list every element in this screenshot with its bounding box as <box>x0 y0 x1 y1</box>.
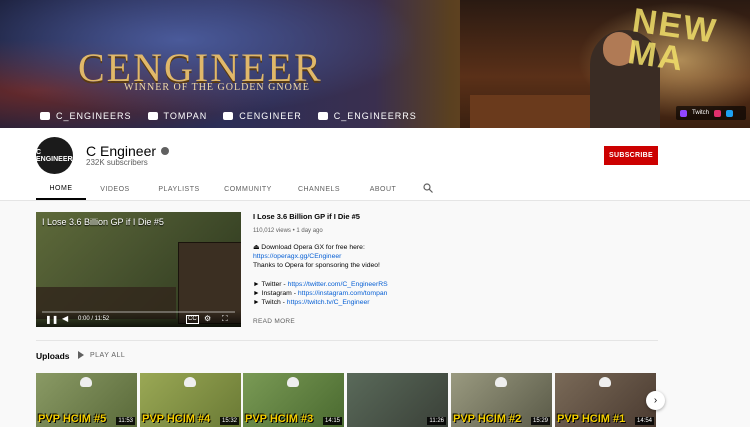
skull-icon <box>80 377 92 387</box>
tab-videos[interactable]: VIDEOS <box>86 178 144 200</box>
video-duration: 14:54 <box>634 417 654 425</box>
skull-icon <box>599 377 611 387</box>
player-title[interactable]: I Lose 3.6 Billion GP if I Die #5 <box>42 217 164 227</box>
subscriber-count: 232K subscribers <box>86 158 148 167</box>
twitter-link[interactable]: https://twitter.com/C_EngineerRS <box>288 281 388 288</box>
settings-icon[interactable]: ⚙ <box>204 314 211 323</box>
twitch-icon[interactable] <box>680 109 687 117</box>
player-progress-bar[interactable] <box>42 311 235 313</box>
skull-icon <box>184 377 196 387</box>
banner-social-label: CENGINEER <box>239 111 302 121</box>
instagram-link[interactable]: https://instagram.com/tompan <box>298 290 388 297</box>
play-all-button[interactable]: PLAY ALL <box>78 351 125 359</box>
play-all-label: PLAY ALL <box>90 351 126 359</box>
twitch-link[interactable]: https://twitch.tv/C_Engineer <box>287 299 370 306</box>
video-duration: 15:32 <box>219 417 239 425</box>
pause-icon[interactable]: ❚❚ <box>45 315 58 324</box>
video-duration: 14:15 <box>322 417 342 425</box>
volume-icon[interactable]: ◀ <box>62 314 68 323</box>
play-icon <box>78 351 84 359</box>
featured-video-meta: 110,012 views • 1 day ago <box>253 228 323 234</box>
twitch-link-label[interactable]: Twitch <box>692 110 709 116</box>
banner-social-label: C_ENGINEERS <box>56 111 132 121</box>
featured-video-description: ⏏ Download Opera GX for free here: https… <box>253 243 453 307</box>
banner-social-label: TOMPAN <box>163 111 208 121</box>
subscribe-button[interactable]: SUBSCRIBE <box>604 146 658 165</box>
view-count: 110,012 views <box>253 228 291 234</box>
twitter-icon <box>40 112 50 120</box>
banner-social-twitter: C_ENGINEERS <box>40 111 132 121</box>
banner-neon-sign: NEW MA <box>625 1 720 79</box>
fullscreen-icon[interactable]: ⛶ <box>222 314 228 324</box>
video-thumbnail[interactable]: PVP HCIM #3 14:15 <box>243 373 344 427</box>
tab-playlists[interactable]: PLAYLISTS <box>144 178 214 200</box>
banner-lectern <box>470 95 610 128</box>
channel-tabs: HOME VIDEOS PLAYLISTS COMMUNITY CHANNELS… <box>36 178 410 200</box>
thumbnail-label: PVP HCIM #1 <box>557 413 626 425</box>
video-thumbnail[interactable]: PVP HCIM #1 14:54 <box>555 373 656 427</box>
tab-channels[interactable]: CHANNELS <box>282 178 356 200</box>
thumbnail-label: PVP HCIM #4 <box>142 413 211 425</box>
featured-video-title[interactable]: I Lose 3.6 Billion GP if I Die #5 <box>253 212 360 221</box>
instagram-icon <box>147 112 158 120</box>
banner-social-label: C_ENGINEERRS <box>333 111 417 121</box>
video-thumbnail[interactable]: PVP HCIM #5 11:53 <box>36 373 137 427</box>
avatar[interactable]: C ENGINEER <box>36 137 73 174</box>
thumbnail-label: PVP HCIM #2 <box>453 413 522 425</box>
video-thumbnail[interactable]: PVP HCIM #4 15:32 <box>140 373 241 427</box>
tab-community[interactable]: COMMUNITY <box>214 178 282 200</box>
read-more-button[interactable]: READ MORE <box>253 318 295 325</box>
skull-icon <box>287 377 299 387</box>
banner-links[interactable]: Twitch <box>676 106 746 120</box>
video-duration: 11:26 <box>427 417 446 425</box>
player-time: 0:00 / 11:52 <box>78 316 110 322</box>
video-duration: 15:29 <box>530 417 550 425</box>
section-divider <box>36 340 658 341</box>
skull-icon <box>495 377 507 387</box>
thumbnail-label: PVP HCIM #5 <box>38 413 107 425</box>
banner-social-twitch: C_ENGINEERRS <box>317 111 417 121</box>
twitch-prefix: ► Twitch - <box>253 299 287 307</box>
banner-tagline: WINNER OF THE GOLDEN GNOME <box>124 82 310 93</box>
thumbnail-label: PVP HCIM #3 <box>245 413 314 425</box>
twitch-icon <box>317 112 328 120</box>
shelf-next-button[interactable]: › <box>646 391 665 410</box>
opera-link[interactable]: https://operagx.gg/CEngineer <box>253 253 341 260</box>
channel-name-row: C Engineer <box>86 143 170 159</box>
instagram-prefix: ► Instagram - <box>253 290 298 298</box>
uploads-title[interactable]: Uploads <box>36 351 70 361</box>
banner-socials: C_ENGINEERS TOMPAN CENGINEER C_ENGINEERR… <box>40 111 417 121</box>
channel-banner: NEW MA CENGINEER WINNER OF THE GOLDEN GN… <box>0 0 750 128</box>
desc-line: Thanks to Opera for sponsoring the video… <box>253 262 380 270</box>
desc-line: ⏏ Download Opera GX for free here: <box>253 244 365 251</box>
captions-icon[interactable]: CC <box>186 315 199 324</box>
tab-about[interactable]: ABOUT <box>356 178 410 200</box>
upload-age: 1 day ago <box>296 228 323 234</box>
twitter-prefix: ► Twitter - <box>253 280 288 288</box>
search-icon[interactable] <box>423 183 433 193</box>
twitter-icon[interactable] <box>726 109 734 117</box>
video-thumbnail[interactable]: 11:26 <box>347 373 448 427</box>
video-duration: 11:53 <box>116 417 135 425</box>
featured-video-player[interactable]: I Lose 3.6 Billion GP if I Die #5 ❚❚ ◀ 0… <box>36 212 241 327</box>
chevron-right-icon: › <box>653 395 658 406</box>
video-thumbnail[interactable]: PVP HCIM #2 15:29 <box>451 373 552 427</box>
verified-badge-icon <box>161 147 170 155</box>
channel-name: C Engineer <box>86 143 157 159</box>
youtube-icon <box>223 112 234 120</box>
instagram-icon[interactable] <box>714 109 722 117</box>
banner-social-instagram: TOMPAN <box>147 111 208 121</box>
banner-social-youtube: CENGINEER <box>223 111 302 121</box>
tab-home[interactable]: HOME <box>36 178 86 200</box>
avatar-text: C ENGINEER <box>36 148 73 163</box>
